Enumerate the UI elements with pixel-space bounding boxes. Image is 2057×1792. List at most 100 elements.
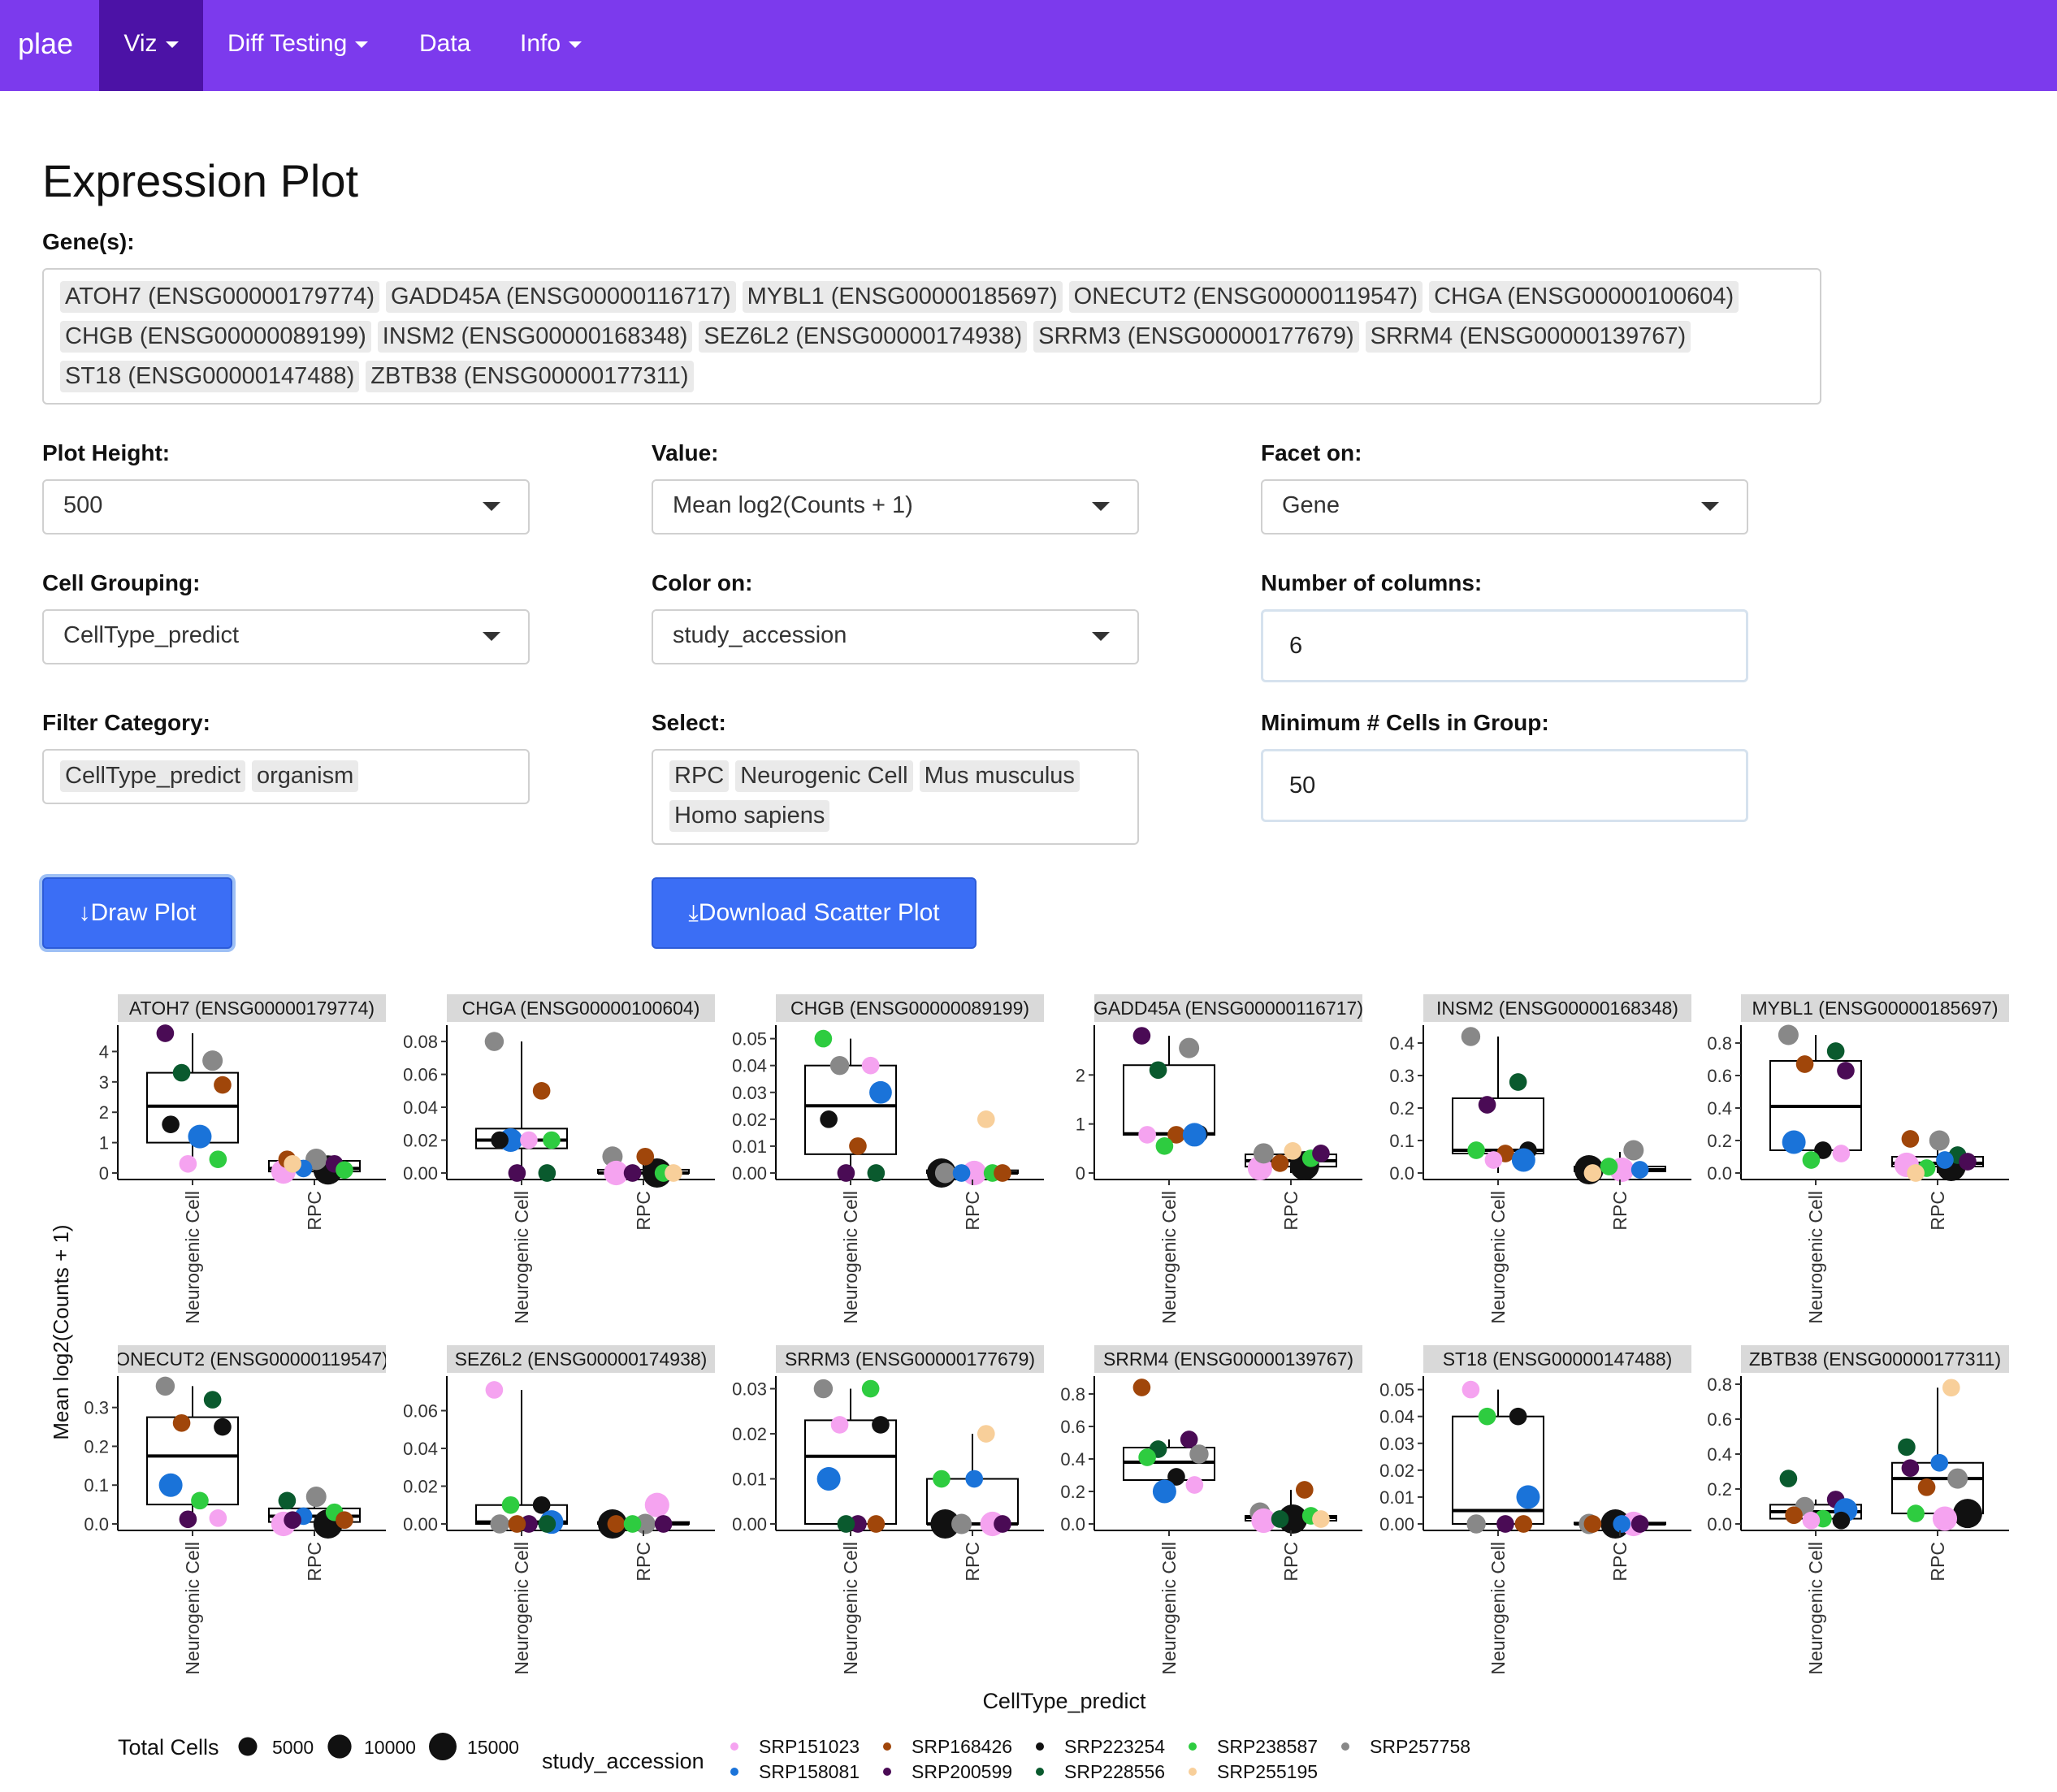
data-point [336, 1511, 353, 1530]
select-values[interactable]: RPC Neurogenic Cell Mus musculus Homo sapie… [652, 749, 1139, 845]
data-point [1132, 1027, 1151, 1045]
gene-chip[interactable]: CHGA (ENSG00000100604) [1429, 281, 1739, 313]
data-point [1185, 1476, 1204, 1494]
legend-color-label: SRP151023 [759, 1736, 860, 1757]
y-tick-label: 0.08 [403, 1032, 438, 1052]
legend-size-symbol [327, 1734, 352, 1759]
cell-grouping-value: CellType_predict [63, 622, 239, 648]
y-tick-label: 0.00 [732, 1163, 767, 1184]
filter-category-select[interactable]: CellType_predict organism [42, 749, 530, 804]
data-point [1782, 1130, 1806, 1154]
facet-on-select[interactable]: Gene [1261, 479, 1748, 535]
y-axis-title: Mean log2(Counts + 1) [49, 1224, 73, 1439]
select-chip[interactable]: Homo sapiens [669, 800, 830, 832]
nav-data[interactable]: Data [419, 0, 470, 91]
filter-chip[interactable]: organism [252, 760, 359, 792]
genes-select[interactable]: ATOH7 (ENSG00000179774) GADD45A (ENSG0000… [42, 268, 1821, 405]
data-point [1182, 1123, 1206, 1147]
nav-info[interactable]: Info [520, 0, 582, 91]
data-point [1295, 1481, 1314, 1499]
chevron-down-icon [355, 41, 369, 49]
nav-viz[interactable]: Viz [99, 0, 203, 91]
min-cells-input[interactable]: 50 [1261, 749, 1748, 822]
data-point [1583, 1515, 1602, 1533]
data-point [156, 1024, 175, 1042]
draw-plot-button[interactable]: ↓Draw Plot [42, 877, 232, 949]
x-tick-label: RPC [1927, 1191, 1948, 1231]
gene-chip[interactable]: SEZ6L2 (ENSG00000174938) [699, 321, 1028, 353]
gene-chip[interactable]: ATOH7 (ENSG00000179774) [60, 281, 379, 313]
x-tick-label: RPC [1609, 1191, 1630, 1231]
num-columns-input[interactable]: 6 [1261, 609, 1748, 682]
data-point [1271, 1510, 1289, 1528]
data-point [1511, 1148, 1535, 1172]
data-point [158, 1473, 183, 1497]
chevron-down-icon [569, 41, 582, 49]
data-point [543, 1131, 561, 1149]
gene-chip[interactable]: INSM2 (ENSG00000168348) [377, 321, 693, 353]
nav-diff-testing-label: Diff Testing [227, 30, 348, 57]
select-chip[interactable]: Neurogenic Cell [735, 760, 913, 792]
download-scatter-plot-button[interactable]: ⤓Download Scatter Plot [652, 877, 977, 949]
x-tick-label: Neurogenic Cell [511, 1542, 532, 1675]
y-tick-label: 0.2 [1389, 1098, 1414, 1119]
gene-chip[interactable]: GADD45A (ENSG00000116717) [385, 281, 736, 313]
data-point [203, 1391, 222, 1409]
brand[interactable]: plae [18, 0, 73, 91]
gene-chip[interactable]: SRRM4 (ENSG00000139767) [1365, 321, 1691, 353]
data-point [623, 1515, 642, 1533]
cell-grouping-select[interactable]: CellType_predict [42, 609, 530, 664]
gene-chip[interactable]: ONECUT2 (ENSG00000119547) [1068, 281, 1423, 313]
y-tick-label: 0.4 [1707, 1444, 1732, 1465]
y-tick-label: 0.02 [403, 1131, 438, 1151]
select-chip[interactable]: Mus musculus [919, 760, 1080, 792]
x-tick-label: RPC [1927, 1542, 1948, 1582]
nav-data-label: Data [419, 30, 471, 57]
x-axis-title: CellType_predict [982, 1689, 1146, 1713]
y-tick-label: 0.0 [1707, 1514, 1732, 1534]
data-point [849, 1137, 867, 1155]
y-tick-label: 0.03 [732, 1379, 767, 1400]
data-point [1152, 1479, 1176, 1504]
data-point [1253, 1143, 1274, 1164]
color-on-select[interactable]: study_accession [652, 609, 1139, 664]
gene-chip[interactable]: SRRM3 (ENSG00000177679) [1033, 321, 1359, 353]
data-point [202, 1050, 223, 1071]
x-tick-label: RPC [304, 1542, 325, 1582]
data-point [1832, 1145, 1851, 1162]
legend-size-symbol [238, 1737, 258, 1756]
num-columns-value: 6 [1289, 633, 1303, 659]
download-label: Download Scatter Plot [698, 899, 940, 926]
value-value: Mean log2(Counts + 1) [673, 492, 913, 518]
gene-chip[interactable]: ST18 (ENSG00000147488) [60, 361, 360, 392]
y-tick-label: 0.04 [403, 1439, 438, 1459]
data-point [1478, 1407, 1496, 1426]
y-tick-label: 0.2 [1707, 1479, 1732, 1500]
x-tick-label: Neurogenic Cell [511, 1191, 532, 1324]
value-select[interactable]: Mean log2(Counts + 1) [652, 479, 1139, 535]
data-point [829, 1055, 850, 1076]
y-tick-label: 0.02 [732, 1110, 767, 1130]
y-tick-label: 0.02 [1379, 1461, 1414, 1481]
data-point [830, 1416, 849, 1434]
data-point [1929, 1130, 1950, 1151]
gene-chip[interactable]: MYBL1 (ENSG00000185697) [742, 281, 1063, 313]
value-label: Value: [652, 440, 719, 465]
filter-chip[interactable]: CellType_predict [60, 760, 245, 792]
y-tick-label: 0.02 [403, 1477, 438, 1497]
legend-color-symbol [1036, 1768, 1044, 1776]
facet-title: CHGA (ENSG00000100604) [462, 998, 700, 1019]
gene-chip[interactable]: CHGB (ENSG00000089199) [60, 321, 371, 353]
data-point [1907, 1504, 1925, 1522]
nav-diff-testing[interactable]: Diff Testing [227, 0, 369, 91]
x-tick-label: Neurogenic Cell [1158, 1191, 1180, 1324]
y-tick-label: 0.8 [1707, 1033, 1732, 1054]
select-chip[interactable]: RPC [669, 760, 730, 792]
data-point [977, 1425, 995, 1443]
legend-color-label: SRP168426 [912, 1736, 1012, 1757]
plot-height-select[interactable]: 500 [42, 479, 530, 535]
num-columns-label: Number of columns: [1261, 570, 1483, 595]
y-tick-label: 0.00 [403, 1514, 438, 1534]
data-point [188, 1124, 212, 1149]
gene-chip[interactable]: ZBTB38 (ENSG00000177311) [366, 361, 694, 392]
